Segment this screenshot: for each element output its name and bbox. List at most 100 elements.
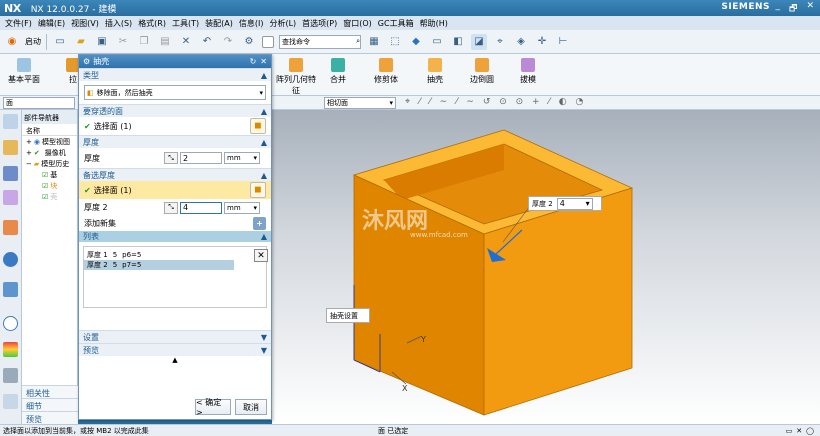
- thickness-set-list[interactable]: 厚度 1 5 p6=5 厚度 2 5 p7=5 ✕: [83, 246, 268, 308]
- constraint-navigator-icon[interactable]: [3, 190, 18, 205]
- ribbon-datum-plane[interactable]: 基本平面: [8, 58, 40, 85]
- start-icon[interactable]: ◉: [4, 34, 20, 50]
- more-options-icon[interactable]: ▲: [79, 356, 271, 366]
- menu-file[interactable]: 文件(F): [4, 18, 33, 29]
- ribbon-shell[interactable]: 抽壳: [427, 58, 443, 85]
- remove-set-button[interactable]: ✕: [254, 249, 268, 262]
- clock-icon[interactable]: [3, 316, 18, 331]
- ribbon-trim-body[interactable]: 修剪体: [374, 58, 398, 85]
- pierce-face-selector[interactable]: ✔ 选择面 (1) ◼: [79, 117, 271, 135]
- wcs-icon[interactable]: ✛: [534, 34, 550, 50]
- tree-node-shell[interactable]: ☑ 壳: [22, 191, 77, 202]
- selection-icon[interactable]: ▭: [786, 427, 793, 435]
- tree-node-block[interactable]: ☑ 块: [22, 180, 77, 191]
- shell-type-select[interactable]: ◧ 移除面，然后抽壳 ▾: [84, 85, 266, 100]
- menu-edit[interactable]: 编辑(E): [37, 18, 66, 29]
- section-thickness-header[interactable]: 厚度 ▲: [79, 135, 271, 148]
- measure-icon[interactable]: ⌖: [492, 34, 508, 50]
- face-select-icon[interactable]: ◼: [250, 118, 266, 134]
- settings-gear-icon[interactable]: [3, 114, 18, 129]
- restore-button[interactable]: 🗗: [789, 1, 797, 17]
- graphics-viewport[interactable]: Y X 沐风网 www.mfcad.com 厚度 2 4 ▾ 抽壳设置: [272, 110, 820, 424]
- checkbox-icon[interactable]: ☑: [42, 193, 48, 201]
- reset-icon[interactable]: ↻: [250, 57, 257, 66]
- menu-help[interactable]: 帮助(H): [419, 18, 449, 29]
- menu-insert[interactable]: 插入(S): [104, 18, 133, 29]
- section-dependencies[interactable]: 相关性: [22, 385, 78, 398]
- menu-preferences[interactable]: 首选项(P): [301, 18, 338, 29]
- reuse-library-icon[interactable]: [3, 220, 18, 235]
- thickness2-input[interactable]: 4: [180, 201, 222, 214]
- save-icon[interactable]: ▣: [94, 34, 110, 50]
- type-filter-select[interactable]: 面: [3, 97, 75, 109]
- thickness-input[interactable]: 2: [180, 152, 222, 164]
- list-section-header[interactable]: 列表 ▲: [79, 231, 271, 242]
- model-canvas[interactable]: Y X 沐风网 www.mfcad.com: [272, 110, 820, 424]
- command-search-input[interactable]: 查找命令 ⌕: [279, 34, 361, 49]
- background-icon[interactable]: ▭: [429, 34, 445, 50]
- collapse-icon[interactable]: −: [26, 160, 32, 168]
- circle-icon[interactable]: ◯: [806, 427, 814, 435]
- part-navigator-icon[interactable]: [3, 140, 18, 155]
- start-label[interactable]: 启动: [25, 36, 41, 47]
- close-window-button[interactable]: ✕: [806, 1, 814, 17]
- checkbox-icon[interactable]: ☑: [42, 182, 48, 190]
- menu-gc-toolbox[interactable]: GC工具箱: [377, 18, 415, 29]
- face-select-icon[interactable]: ◼: [250, 182, 266, 198]
- dialog-title-bar[interactable]: ⚙ 抽壳 ↻ ✕: [79, 55, 271, 68]
- ribbon-pattern-geometry[interactable]: 阵列几何特征: [276, 58, 316, 96]
- expand-icon[interactable]: +: [26, 149, 32, 157]
- snap-point-toolbar[interactable]: ⌖ ⁄ ⁄ ∼ ⁄ ∼ ↺ ⊙ ⊙ + ⁄ ◐ ◔: [405, 97, 586, 107]
- paste-icon[interactable]: ▤: [157, 34, 173, 50]
- orient-view-icon[interactable]: ◧: [450, 34, 466, 50]
- ribbon-edge-blend[interactable]: 边倒圆: [470, 58, 494, 85]
- undo-icon[interactable]: ↶: [199, 34, 215, 50]
- alternate-face-selector[interactable]: ✔ 选择面 (1) ◼: [79, 181, 271, 199]
- section-preview[interactable]: 预览: [22, 411, 78, 424]
- dimension-options-icon[interactable]: ⤡: [164, 201, 178, 214]
- menu-view[interactable]: 视图(V): [70, 18, 100, 29]
- tree-node-model-history[interactable]: − ▰ 模型历史: [22, 158, 77, 169]
- ribbon-draft[interactable]: 拔模: [520, 58, 536, 85]
- cancel-button[interactable]: 取消: [235, 399, 267, 415]
- navigator-name-column[interactable]: 名称: [22, 124, 77, 136]
- redo-icon[interactable]: ↷: [220, 34, 236, 50]
- thickness2-unit-select[interactable]: mm ▾: [224, 201, 260, 214]
- menu-window[interactable]: 窗口(O): [342, 18, 373, 29]
- new-file-icon[interactable]: ▭: [52, 34, 68, 50]
- ok-button[interactable]: < 确定 >: [195, 398, 231, 417]
- delete-icon[interactable]: ✕: [178, 34, 194, 50]
- snap-point-icon[interactable]: ◈: [513, 34, 529, 50]
- assembly-navigator-icon[interactable]: [3, 166, 18, 181]
- menu-format[interactable]: 格式(R): [137, 18, 167, 29]
- section-alternate-thickness-header[interactable]: 备选厚度 ▲: [79, 168, 271, 181]
- ruler-icon[interactable]: ⊢: [555, 34, 571, 50]
- add-set-button[interactable]: +: [253, 217, 266, 230]
- tree-node-model-views[interactable]: + ◉ 模型视图: [22, 136, 77, 147]
- shaded-view-icon[interactable]: ◆: [408, 34, 424, 50]
- cut-icon[interactable]: ✂: [115, 34, 131, 50]
- shell-settings-callout[interactable]: 抽壳设置: [326, 308, 370, 323]
- section-preview-header[interactable]: 预览 ▼: [79, 343, 271, 356]
- open-folder-icon[interactable]: ▰: [73, 34, 89, 50]
- dimension-options-icon[interactable]: ⤡: [164, 152, 178, 164]
- color-swatch-icon[interactable]: [262, 35, 274, 48]
- thickness-unit-select[interactable]: mm ▾: [224, 152, 260, 164]
- face-rule-select[interactable]: 相切面 ▾: [324, 97, 396, 109]
- tree-node-cameras[interactable]: + ✔ 摄像机: [22, 147, 77, 158]
- gear-icon[interactable]: ⚙: [83, 57, 90, 66]
- minimize-button[interactable]: _: [776, 1, 781, 17]
- tree-node-datum[interactable]: ☑ 基: [22, 169, 77, 180]
- menu-analysis[interactable]: 分析(L): [268, 18, 297, 29]
- menu-info[interactable]: 信息(I): [238, 18, 265, 29]
- close-icon[interactable]: ✕: [260, 57, 267, 66]
- menu-tools[interactable]: 工具(T): [171, 18, 200, 29]
- role-icon[interactable]: [3, 368, 18, 383]
- section-details[interactable]: 细节: [22, 398, 78, 411]
- thickness-callout[interactable]: 厚度 2 4 ▾: [528, 196, 602, 211]
- ribbon-unite[interactable]: 合并: [330, 58, 346, 85]
- snap-icon[interactable]: ⚙: [241, 34, 257, 50]
- palette-icon[interactable]: [3, 342, 18, 357]
- history-icon[interactable]: [3, 282, 18, 297]
- checkbox-icon[interactable]: ☑: [42, 171, 48, 179]
